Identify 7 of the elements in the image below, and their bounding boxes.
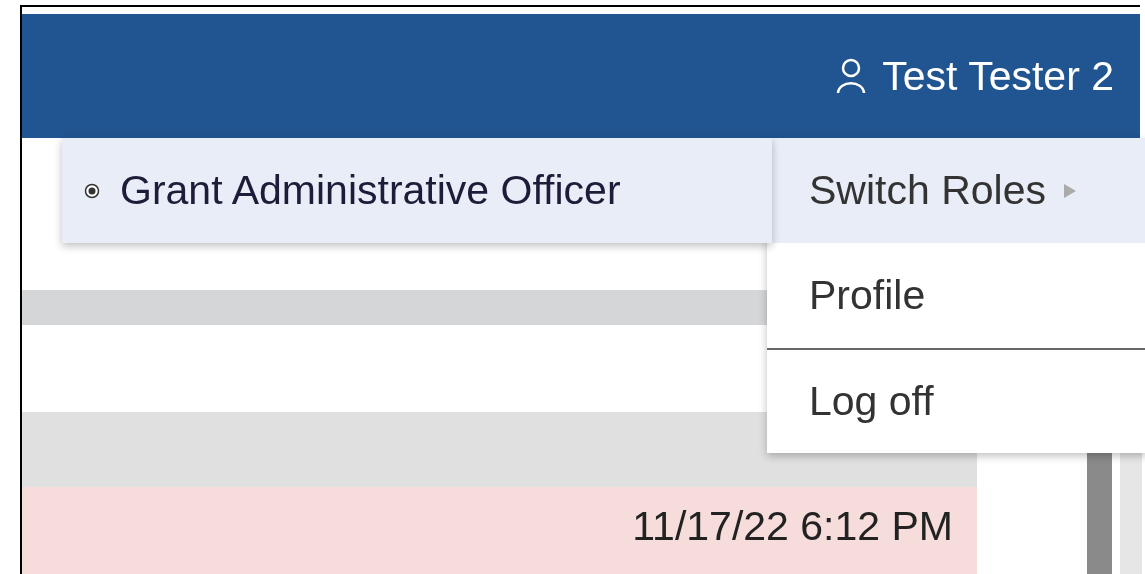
role-item[interactable]: Grant Administrative Officer [62, 138, 772, 243]
date-cell: 11/17/22 6:12 PM [632, 503, 953, 550]
radio-button[interactable] [84, 182, 100, 199]
menu-item[interactable]: Log off [767, 348, 1145, 453]
user-name[interactable]: Test Tester 2 [882, 52, 1114, 100]
caret-icon [1064, 183, 1076, 198]
user-icon [836, 58, 867, 94]
